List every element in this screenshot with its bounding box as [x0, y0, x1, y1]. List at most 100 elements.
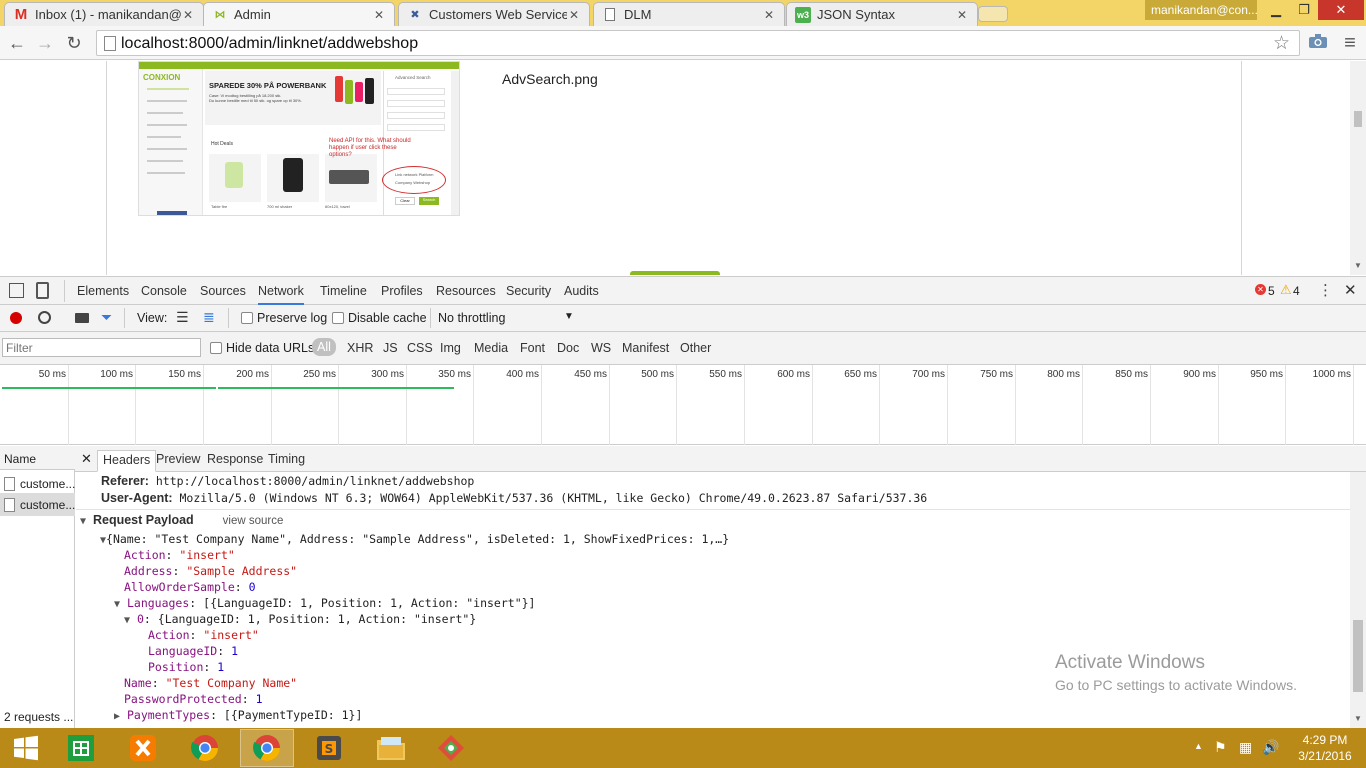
detail-scrollbar-thumb[interactable] [1353, 620, 1363, 692]
volume-icon[interactable]: 🔊 [1262, 739, 1279, 756]
capture-screenshots-icon[interactable] [75, 313, 89, 323]
request-row[interactable]: custome... [0, 472, 75, 495]
record-icon[interactable] [10, 312, 22, 324]
disable-cache-checkbox[interactable]: Disable cache [332, 311, 427, 325]
tab-timing[interactable]: Timing [268, 452, 305, 466]
throttling-select[interactable]: No throttling ▼ [438, 311, 578, 325]
filter-img[interactable]: Img [440, 341, 461, 355]
page-scrollbar-thumb[interactable] [1354, 111, 1362, 127]
error-count[interactable]: 5 [1268, 284, 1275, 298]
filter-font[interactable]: Font [520, 341, 545, 355]
filter-icon[interactable]: ⏷ [101, 309, 112, 326]
filter-other[interactable]: Other [680, 341, 711, 355]
list-view-icon[interactable]: ☰ [176, 309, 189, 326]
tab-customers-web-service[interactable]: ✖ Customers Web Service 4 ✕ [398, 2, 590, 26]
tab-preview[interactable]: Preview [156, 452, 200, 466]
forward-icon[interactable]: → [34, 32, 56, 54]
triangle-down-icon[interactable]: ▼ [114, 599, 120, 610]
filter-all[interactable]: All [312, 338, 336, 356]
git-icon[interactable] [424, 729, 478, 767]
tab-response[interactable]: Response [207, 452, 263, 466]
file-explorer-icon[interactable] [364, 729, 418, 767]
error-icon[interactable]: ✕ [1255, 284, 1266, 295]
reload-icon[interactable]: ↻ [63, 32, 85, 54]
address-bar[interactable]: localhost:8000/admin/linknet/addwebshop … [96, 30, 1300, 56]
preserve-log-checkbox[interactable]: Preserve log [241, 311, 327, 325]
close-window-icon[interactable]: ✕ [1318, 0, 1364, 20]
chrome-icon[interactable] [240, 729, 294, 767]
detail-scrollbar[interactable]: ▼ [1350, 472, 1366, 728]
page-info-icon[interactable] [104, 36, 116, 51]
bookmark-star-icon[interactable]: ☆ [1273, 32, 1290, 55]
filter-manifest[interactable]: Manifest [622, 341, 669, 355]
request-payload-section[interactable]: ▼ Request Payload view source [80, 513, 283, 527]
close-icon[interactable]: ✕ [181, 8, 195, 22]
filter-ws[interactable]: WS [591, 341, 611, 355]
payload-prop-language-0[interactable]: ▼ 0: {LanguageID: 1, Position: 1, Action… [124, 612, 476, 626]
tab-resources[interactable]: Resources [436, 284, 496, 298]
payload-prop-languages[interactable]: ▼ Languages: [{LanguageID: 1, Position: … [114, 596, 535, 610]
filter-css[interactable]: CSS [407, 341, 433, 355]
tab-dlm[interactable]: DLM ✕ [593, 2, 785, 26]
chrome-profile-icon[interactable] [178, 729, 232, 767]
devtools-menu-icon[interactable]: ⋮ [1318, 281, 1333, 299]
close-icon[interactable]: ✕ [567, 8, 581, 22]
profile-chip[interactable]: manikandan@con... [1145, 0, 1258, 20]
device-mode-icon[interactable] [36, 282, 49, 299]
filter-xhr[interactable]: XHR [347, 341, 373, 355]
url-text[interactable]: localhost:8000/admin/linknet/addwebshop [121, 35, 418, 53]
network-icon[interactable]: ▦ [1239, 739, 1252, 756]
triangle-down-icon[interactable]: ▼ [124, 615, 130, 626]
triangle-down-icon[interactable]: ▼ [80, 516, 86, 527]
tab-json-syntax[interactable]: w3 JSON Syntax ✕ [786, 2, 978, 26]
show-hidden-icons-icon[interactable]: ▲ [1194, 741, 1203, 751]
tab-timeline[interactable]: Timeline [320, 284, 367, 298]
warning-icon[interactable]: ⚠ [1280, 282, 1292, 298]
filter-media[interactable]: Media [474, 341, 508, 355]
request-row-selected[interactable]: custome... [0, 493, 75, 516]
filter-input[interactable] [2, 338, 201, 357]
tab-headers[interactable]: Headers [97, 450, 157, 472]
xampp-icon[interactable] [116, 729, 170, 767]
tab-console[interactable]: Console [141, 284, 187, 298]
name-column-header[interactable]: Name [0, 446, 75, 470]
back-icon[interactable]: ← [6, 32, 28, 54]
new-tab-button[interactable] [978, 6, 1008, 22]
inspect-element-icon[interactable] [9, 283, 24, 298]
payload-root[interactable]: ▼{Name: "Test Company Name", Address: "S… [100, 532, 729, 546]
tab-elements[interactable]: Elements [77, 284, 129, 298]
triangle-right-icon[interactable]: ▶ [114, 711, 120, 722]
payload-prop-payment-types[interactable]: ▶ PaymentTypes: [{PaymentTypeID: 1}] [114, 708, 362, 722]
filter-js[interactable]: JS [383, 341, 398, 355]
tab-profiles[interactable]: Profiles [381, 284, 423, 298]
camera-extension-icon[interactable] [1306, 32, 1330, 54]
tab-gmail[interactable]: M Inbox (1) - manikandan@ ✕ [4, 2, 204, 26]
hide-data-urls-checkbox[interactable]: Hide data URLs [210, 341, 314, 355]
tab-network[interactable]: Network [258, 284, 304, 305]
minimize-icon[interactable]: ▁ [1262, 0, 1290, 20]
filter-doc[interactable]: Doc [557, 341, 579, 355]
close-detail-icon[interactable]: ✕ [81, 451, 92, 467]
overview-icon[interactable]: ≣ [203, 309, 215, 326]
tab-admin[interactable]: ⋈ Admin ✕ [203, 2, 395, 26]
sublime-text-icon[interactable]: S [302, 729, 356, 767]
close-icon[interactable]: ✕ [762, 8, 776, 22]
page-scrollbar[interactable]: ▼ [1350, 61, 1366, 275]
restore-icon[interactable]: ❐ [1290, 0, 1318, 20]
scroll-down-icon[interactable]: ▼ [1354, 261, 1362, 270]
menu-icon[interactable]: ≡ [1338, 32, 1362, 54]
clear-icon[interactable] [38, 311, 51, 324]
feedback-tab[interactable] [630, 271, 720, 275]
network-overview-timeline[interactable]: 50 ms 100 ms 150 ms 200 ms 250 ms 300 ms… [0, 365, 1366, 445]
taskbar-clock[interactable]: 4:29 PM 3/21/2016 [1290, 732, 1360, 764]
action-center-icon[interactable]: ⚑ [1214, 739, 1227, 756]
view-source-link[interactable]: view source [223, 515, 284, 527]
tab-sources[interactable]: Sources [200, 284, 246, 298]
close-icon[interactable]: ✕ [372, 8, 386, 22]
excel-icon[interactable] [54, 729, 108, 767]
tab-audits[interactable]: Audits [564, 284, 599, 298]
close-icon[interactable]: ✕ [955, 8, 969, 22]
warning-count[interactable]: 4 [1293, 284, 1300, 298]
close-devtools-icon[interactable]: ✕ [1344, 281, 1357, 299]
tab-security[interactable]: Security [506, 284, 551, 298]
